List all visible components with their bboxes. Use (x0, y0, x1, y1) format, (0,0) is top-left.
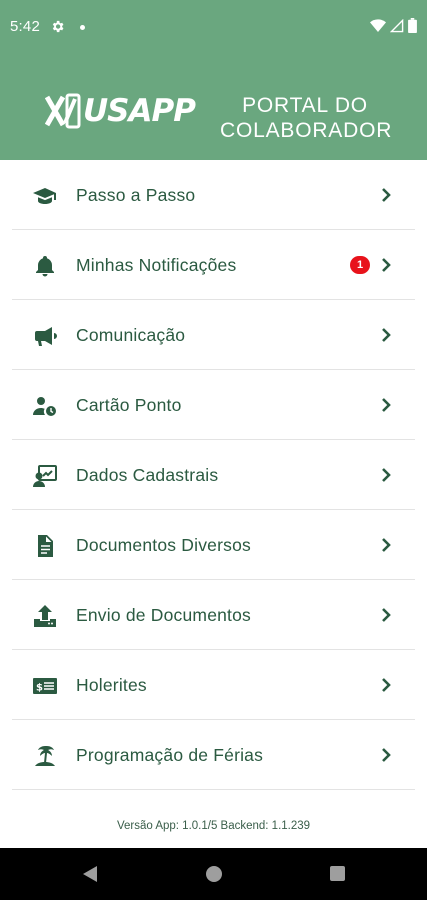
wifi-icon (370, 18, 386, 32)
chevron-right-icon (382, 398, 391, 412)
money-bill-icon: $ (32, 673, 58, 699)
menu-item-programacao-de-ferias[interactable]: Programação de Férias (0, 720, 427, 790)
svg-text:$: $ (36, 683, 43, 694)
menu-item-label: Envio de Documentos (76, 605, 252, 625)
recents-icon[interactable] (330, 866, 345, 881)
menu-item-label: Documentos Diversos (76, 535, 251, 555)
app-header: 5:42 USAPP PORTAL DO COLABORADOR (0, 0, 427, 160)
version-info: Versão App: 1.0.1/5 Backend: 1.1.239 (116, 820, 311, 832)
menu-item-dados-cadastrais[interactable]: Dados Cadastrais (0, 440, 427, 510)
menu-item-holerites[interactable]: $ Holerites (0, 650, 427, 720)
status-icons (370, 18, 417, 33)
menu-item-minhas-notificacoes[interactable]: Minhas Notificações 1 (0, 230, 427, 300)
menu-item-label: Holerites (76, 675, 147, 695)
graduation-cap-icon (32, 183, 58, 209)
chevron-right-icon (382, 678, 391, 692)
status-time: 5:42 (10, 18, 40, 35)
chevron-right-icon (382, 538, 391, 552)
settings-gear-icon (52, 20, 64, 33)
bell-icon (32, 253, 58, 279)
status-bar: 5:42 (0, 0, 427, 56)
system-nav-bar (0, 848, 427, 900)
back-icon[interactable] (82, 865, 98, 883)
menu-item-label: Programação de Férias (76, 745, 264, 765)
chevron-right-icon (382, 328, 391, 342)
menu-item-cartao-ponto[interactable]: Cartão Ponto (0, 370, 427, 440)
chevron-right-icon (382, 188, 391, 202)
notification-badge: 1 (350, 256, 370, 274)
menu-item-label: Minhas Notificações (76, 255, 237, 275)
palm-tree-icon (32, 743, 58, 769)
chevron-right-icon (382, 468, 391, 482)
main-menu: Passo a Passo Minhas Notificações 1 Comu… (0, 160, 427, 790)
logo-text: USAPP (83, 93, 196, 129)
menu-item-label: Cartão Ponto (76, 395, 182, 415)
chevron-right-icon (382, 258, 391, 272)
user-chart-icon (32, 463, 58, 489)
user-clock-icon (32, 393, 58, 419)
menu-item-passo-a-passo[interactable]: Passo a Passo (0, 160, 427, 230)
signal-icon (390, 18, 404, 32)
battery-icon (408, 18, 417, 33)
menu-item-label: Dados Cadastrais (76, 465, 219, 485)
menu-item-documentos-diversos[interactable]: Documentos Diversos (0, 510, 427, 580)
menu-item-label: Comunicação (76, 325, 186, 345)
portal-title: PORTAL DO COLABORADOR (220, 93, 393, 143)
usapp-logo: USAPP (45, 93, 196, 129)
chevron-right-icon (382, 608, 391, 622)
document-icon (32, 533, 58, 559)
megaphone-icon (32, 323, 58, 349)
menu-item-envio-de-documentos[interactable]: Envio de Documentos (0, 580, 427, 650)
portal-title-line1: PORTAL DO (242, 94, 368, 117)
menu-item-comunicacao[interactable]: Comunicação (0, 300, 427, 370)
notification-dot-icon (80, 25, 85, 30)
portal-title-line2: COLABORADOR (220, 119, 393, 142)
chevron-right-icon (382, 748, 391, 762)
logo-mark-icon (45, 93, 81, 129)
menu-item-label: Passo a Passo (76, 185, 196, 205)
upload-icon (32, 603, 58, 629)
home-icon[interactable] (206, 866, 222, 882)
